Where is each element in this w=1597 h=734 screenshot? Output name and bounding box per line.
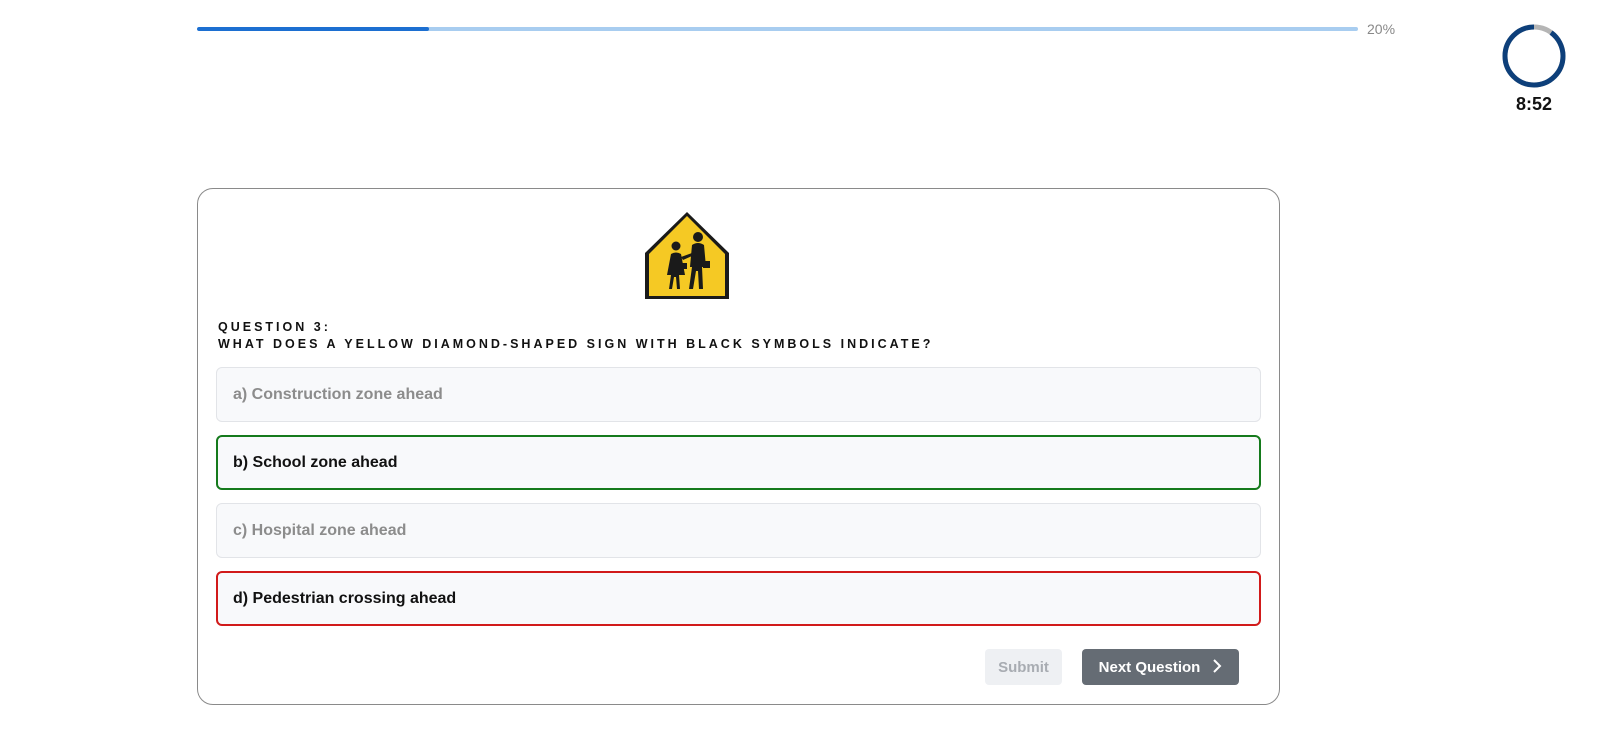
question-card: Question 3: What does a yellow diamond-s… <box>197 188 1280 705</box>
chevron-right-icon <box>1212 658 1222 676</box>
timer-ring-icon <box>1502 24 1566 88</box>
timer-ring-progress <box>1502 24 1566 88</box>
progress-percent: 20% <box>1367 21 1396 37</box>
question-text: What does a yellow diamond-shaped sign w… <box>218 337 934 351</box>
progress-track <box>197 27 1358 31</box>
option-c[interactable]: c) Hospital zone ahead <box>216 503 1261 558</box>
option-b[interactable]: b) School zone ahead <box>216 435 1261 490</box>
question-number: Question 3: <box>218 320 331 334</box>
next-question-label: Next Question <box>1098 658 1201 676</box>
answer-options: a) Construction zone ahead b) School zon… <box>216 367 1261 639</box>
option-label: b) School zone ahead <box>233 453 398 471</box>
school-crossing-sign-icon <box>640 209 734 303</box>
submit-button-label: Submit <box>998 658 1049 676</box>
timer-text: 8:52 <box>1515 94 1553 114</box>
progress-bar: 20% <box>197 20 1397 40</box>
submit-button[interactable]: Submit <box>985 649 1062 685</box>
option-label: a) Construction zone ahead <box>233 385 443 403</box>
progress-fill <box>197 27 430 31</box>
option-a[interactable]: a) Construction zone ahead <box>216 367 1261 422</box>
next-question-button[interactable]: Next Question <box>1082 649 1239 685</box>
option-label: d) Pedestrian crossing ahead <box>233 589 457 607</box>
countdown-timer: 8:52 <box>1500 22 1568 115</box>
question-heading: Question 3: What does a yellow diamond-s… <box>218 319 933 353</box>
option-label: c) Hospital zone ahead <box>233 521 407 539</box>
option-d[interactable]: d) Pedestrian crossing ahead <box>216 571 1261 626</box>
question-actions: Submit Next Question <box>985 649 1239 685</box>
